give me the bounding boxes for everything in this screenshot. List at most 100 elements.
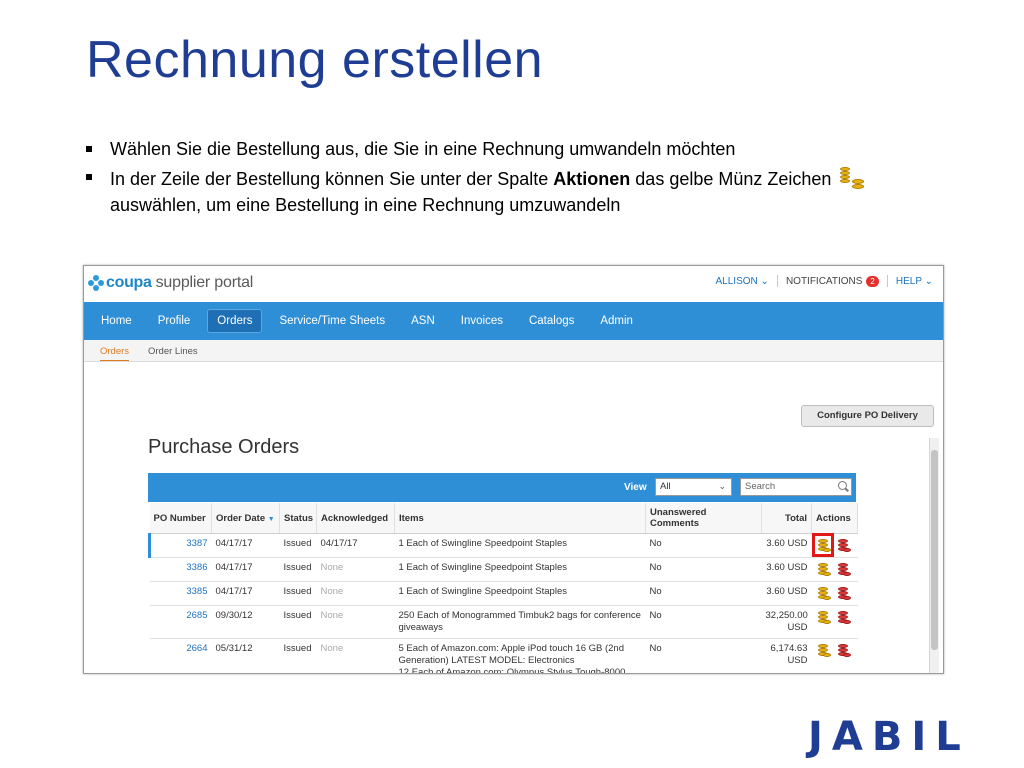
po-number-link[interactable]: 3387 (148, 533, 212, 558)
items: 1 Each of Swingline Speedpoint Staples (394, 533, 646, 558)
actions-cell (811, 605, 858, 639)
red-coin-stack-icon[interactable] (837, 611, 852, 625)
total: 6,174.63 USD (761, 638, 812, 673)
order-date: 05/31/12 (211, 638, 280, 673)
view-select-value: All (660, 481, 671, 492)
red-coin-stack-icon[interactable] (837, 644, 852, 658)
col-acknowledged[interactable]: Acknowledged (316, 503, 395, 534)
sub-nav: Orders Order Lines (84, 340, 943, 362)
logo-subtitle: supplier portal (155, 274, 254, 291)
notifications-link[interactable]: NOTIFICATIONS 2 (786, 275, 879, 287)
status: Issued (279, 638, 317, 673)
nav-home[interactable]: Home (92, 310, 141, 332)
table-row[interactable]: 2664 05/31/12 Issued None 5 Each of Amaz… (149, 638, 858, 673)
items: 5 Each of Amazon.com: Apple iPod touch 1… (394, 638, 646, 673)
nav-asn[interactable]: ASN (402, 310, 444, 332)
total: 3.60 USD (761, 533, 812, 558)
red-coin-stack-icon[interactable] (837, 563, 852, 577)
yellow-coin-stack-icon[interactable] (817, 611, 832, 625)
help-menu[interactable]: HELP ⌄ (896, 276, 933, 287)
divider (776, 275, 778, 287)
table-row[interactable]: 2685 09/30/12 Issued None 250 Each of Mo… (149, 605, 858, 639)
highlight-box (811, 533, 834, 557)
order-date: 04/17/17 (211, 557, 280, 582)
red-coin-stack-icon[interactable] (837, 539, 852, 553)
bullet-item: Wählen Sie die Bestellung aus, die Sie i… (86, 137, 966, 161)
table-header-row: PO Number Order Date ▼ Status Acknowledg… (149, 503, 858, 534)
order-date: 04/17/17 (211, 533, 280, 558)
status: Issued (279, 605, 317, 639)
divider (886, 275, 888, 287)
scrollbar-thumb[interactable] (931, 450, 938, 650)
table-row[interactable]: 3385 04/17/17 Issued None 1 Each of Swin… (149, 581, 858, 606)
nav-service-time-sheets[interactable]: Service/Time Sheets (270, 310, 394, 332)
bullet-marker (86, 174, 92, 180)
subtab-order-lines[interactable]: Order Lines (148, 346, 198, 357)
subtab-orders[interactable]: Orders (100, 346, 130, 361)
acknowledged: 04/17/17 (316, 533, 395, 558)
nav-catalogs[interactable]: Catalogs (520, 310, 583, 332)
main-nav: Home Profile Orders Service/Time Sheets … (84, 302, 943, 340)
bullet-text: Wählen Sie die Bestellung aus, die Sie i… (110, 139, 736, 159)
bullet-marker (86, 146, 92, 152)
red-coin-stack-icon[interactable] (837, 587, 852, 601)
coupa-screenshot: coupa supplier portal ALLISON ⌄ NOTIFICA… (83, 265, 944, 674)
unanswered-comments: No (645, 533, 762, 558)
table-toolbar: View All ⌄ Search (148, 473, 856, 502)
status: Issued (279, 581, 317, 606)
table-row[interactable]: 3387 04/17/17 Issued 04/17/17 1 Each of … (148, 533, 858, 558)
logo-brand: coupa (106, 274, 152, 291)
po-number-link[interactable]: 3385 (149, 581, 212, 606)
chevron-down-icon: ⌄ (718, 481, 726, 491)
actions-cell (811, 638, 858, 673)
total: 3.60 USD (761, 581, 812, 606)
purchase-orders-table: PO Number Order Date ▼ Status Acknowledg… (148, 503, 858, 673)
table-row[interactable]: 3386 04/17/17 Issued None 1 Each of Swin… (149, 557, 858, 582)
coupa-logo[interactable]: coupa supplier portal (88, 274, 253, 292)
col-items[interactable]: Items (394, 503, 646, 534)
acknowledged: None (316, 638, 395, 673)
yellow-coin-stack-icon (840, 165, 870, 193)
search-icon[interactable] (838, 481, 847, 490)
po-number-link[interactable]: 2664 (149, 638, 212, 673)
yellow-coin-stack-icon[interactable] (817, 587, 832, 601)
user-menu[interactable]: ALLISON ⌄ (716, 276, 769, 287)
bullet-item: In der Zeile der Bestellung können Sie u… (86, 165, 966, 217)
actions-cell (811, 581, 858, 606)
unanswered-comments: No (645, 581, 762, 606)
status: Issued (279, 533, 317, 558)
col-total[interactable]: Total (761, 503, 812, 534)
view-select[interactable]: All ⌄ (655, 478, 732, 496)
search-placeholder: Search (745, 481, 776, 492)
bullet-text: auswählen, um eine Bestellung in eine Re… (110, 195, 621, 215)
col-status[interactable]: Status (279, 503, 317, 534)
col-po-number[interactable]: PO Number (149, 503, 212, 534)
nav-profile[interactable]: Profile (149, 310, 200, 332)
unanswered-comments: No (645, 638, 762, 673)
col-order-date[interactable]: Order Date ▼ (211, 503, 280, 534)
top-bar: coupa supplier portal ALLISON ⌄ NOTIFICA… (84, 266, 943, 302)
unanswered-comments: No (645, 605, 762, 639)
nav-invoices[interactable]: Invoices (452, 310, 512, 332)
yellow-coin-stack-icon[interactable] (817, 563, 832, 577)
jabil-logo: JABIL (808, 714, 970, 760)
slide-title: Rechnung erstellen (86, 31, 544, 89)
items: 1 Each of Swingline Speedpoint Staples (394, 581, 646, 606)
search-input[interactable]: Search (740, 478, 852, 496)
actions-cell (811, 557, 858, 582)
actions-cell (811, 533, 858, 558)
yellow-coin-stack-icon[interactable] (817, 644, 832, 658)
bullet-text: das gelbe Münz Zeichen (630, 169, 832, 189)
po-number-link[interactable]: 2685 (149, 605, 212, 639)
configure-po-delivery-button[interactable]: Configure PO Delivery (801, 405, 934, 427)
coupa-logo-icon (88, 275, 104, 291)
chevron-down-icon: ⌄ (924, 275, 933, 287)
scrollbar[interactable] (929, 438, 939, 673)
po-number-link[interactable]: 3386 (149, 557, 212, 582)
col-unanswered-comments[interactable]: Unanswered Comments (645, 503, 762, 534)
status: Issued (279, 557, 317, 582)
acknowledged: None (316, 605, 395, 639)
total: 32,250.00 USD (761, 605, 812, 639)
nav-orders[interactable]: Orders (207, 309, 263, 333)
nav-admin[interactable]: Admin (591, 310, 642, 332)
